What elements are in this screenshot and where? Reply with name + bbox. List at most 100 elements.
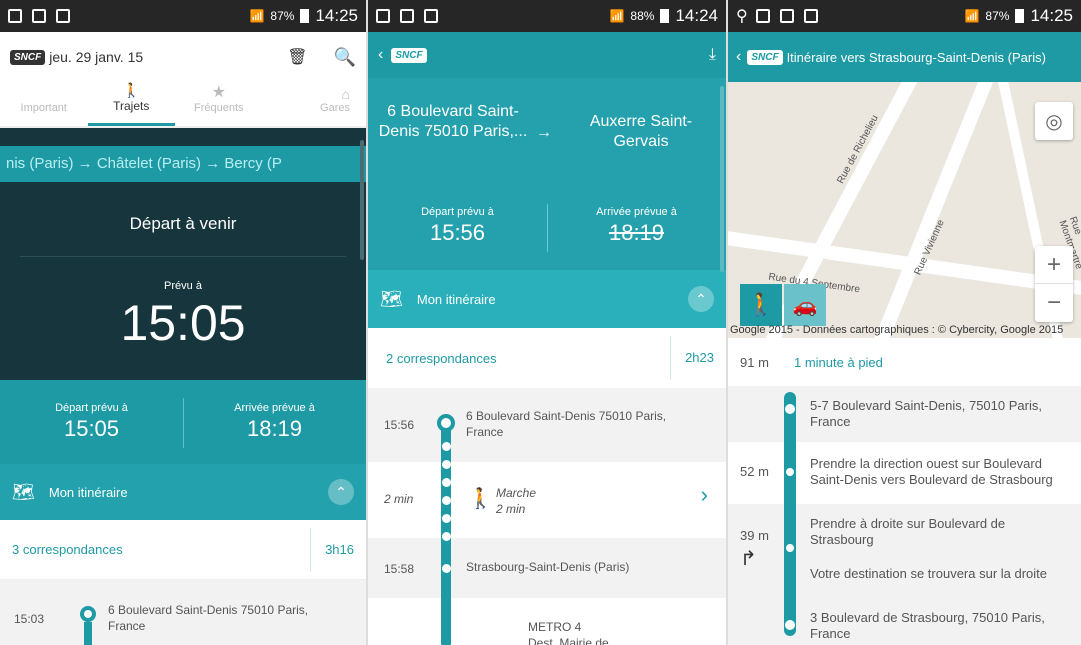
screen-trajets: 📶 87% 14:25 SNCF jeu. 29 janv. 15 🗑 🔍 Impo… [0,0,366,645]
car-icon: 🚗 [792,294,818,317]
battery-level: 87% [985,9,1010,23]
route-line [784,392,796,636]
step-distance: 39 m [740,528,769,543]
date-label: jeu. 29 janv. 15 [49,49,144,65]
clock: 14:25 [315,6,358,25]
stop-time: 15:58 [384,562,415,576]
turn-right-icon: ↱ [740,548,757,570]
battery-icon [1015,9,1025,23]
scheduled-time: 15:05 [120,295,246,351]
map-icon: 🗺 [12,481,35,502]
map-icon: 🗺 [380,288,403,309]
arrival-time: 18:19 [246,416,303,441]
trip-card[interactable]: nis (Paris) → Châtelet (Paris) → Bercy (… [0,128,366,380]
step-text: Prendre la direction ouest sur Boulevard… [810,456,1053,487]
scrollbar[interactable] [720,86,724,272]
tab-label: Trajets [113,99,150,113]
chevron-right-icon[interactable]: › [701,482,708,508]
tab-bar: Important 🚶 Trajets ★ Fréquents ⌂ Gares [0,82,366,128]
sncf-logo: SNCF [10,49,46,65]
itinerary-label: Mon itinéraire [416,291,496,307]
sncf-logo: SNCF [747,49,783,65]
route-marquee: nis (Paris) → Châtelet (Paris) → Bercy (… [0,146,366,182]
tab-gares[interactable]: ⌂ Gares [263,82,367,126]
step-row: 3 Boulevard de Strasbourg, 75010 Paris, … [728,600,1081,645]
stop-time: 15:03 [14,612,45,626]
scrollbar[interactable] [360,140,364,260]
step-duration: 2 min [384,492,414,506]
destination: Auxerre Saint-Gervais [589,113,693,150]
route-line [84,622,92,645]
search-icon[interactable]: 🔍 [334,47,356,68]
step-distance: 91 m [740,354,769,370]
zoom-controls: + − [1035,246,1073,322]
status-bar: ⚲ 📶 87% 14:25 [728,0,1081,32]
zoom-out-button[interactable]: − [1035,284,1073,322]
step-label: Marche [496,486,537,500]
times-panel: Départ prévu à 15:05 Arrivée prévue à 18… [0,380,366,464]
stop-marker [80,606,96,622]
itinerary-header[interactable]: 🗺 Mon itinéraire ⌃ [0,464,366,520]
back-icon[interactable]: ‹ [378,46,383,64]
notification-icon [755,9,770,23]
itinerary-stop: 15:56 6 Boulevard Saint-Denis 75010 Pari… [368,388,726,462]
notification-icon [803,9,818,23]
clock: 14:25 [1030,6,1073,25]
route-dot [442,532,451,541]
trip-header: 6 Boulevard Saint-Denis 75010 Paris,... … [368,78,726,270]
zoom-in-button[interactable]: + [1035,246,1073,284]
notification-icon [32,9,46,23]
trip-duration: 2h23 [670,336,714,380]
stop-address: Strasbourg-Saint-Denis (Paris) [466,560,630,574]
route-dot [785,620,795,630]
route-dot [442,514,451,523]
my-location-button[interactable]: ◎ [1035,102,1073,140]
metro-step: METRO 4 Dest. Mairie de [368,598,726,645]
walker-icon: 🚶 [747,292,775,317]
notification-icon [56,9,70,23]
tab-label: Important [20,102,67,114]
trash-icon[interactable]: 🗑 [287,47,307,67]
chevron-up-icon[interactable]: ⌃ [328,479,354,505]
car-mode-button[interactable]: 🚗 [784,284,826,326]
battery-level: 88% [630,9,655,23]
itinerary-label: Mon itinéraire [48,484,128,500]
status-bar: 📶 87% 14:25 [0,0,366,32]
route-dot [442,496,451,505]
route-dot [442,478,451,487]
notification-icon [8,9,22,23]
station-icon: ⌂ [341,86,350,102]
itinerary-stop: 15:03 6 Boulevard Saint-Denis 75010 Pari… [0,580,366,645]
connections-row[interactable]: 3 correspondances 3h16 [0,520,366,580]
step-distance: 52 m [740,464,769,479]
tab-important[interactable]: Important [0,82,88,126]
tab-label: Fréquents [193,102,244,114]
walk-step[interactable]: 2 min 🚶 Marche 2 min › [368,462,726,538]
arrival-time: 18:19 [608,220,665,245]
arrival-label: Arrivée prévue à [596,206,677,218]
stop-address: 6 Boulevard Saint-Denis 75010 Paris, Fra… [108,603,309,633]
notification-icon [376,9,390,23]
metro-line: METRO 4 [528,620,582,634]
route-dot [786,468,794,476]
stop-address: 6 Boulevard Saint-Denis 75010 Paris, Fra… [466,409,667,439]
tab-trajets[interactable]: 🚶 Trajets [87,82,175,126]
tab-frequents[interactable]: ★ Fréquents [175,82,263,126]
battery-icon [660,9,670,23]
notification-icon [424,9,438,23]
divider [20,256,346,257]
connections-count: 3 correspondances [12,542,123,557]
star-icon: ★ [211,84,226,101]
connections-row[interactable]: 2 correspondances 2h23 [368,328,726,388]
step-text: Prendre à droite sur Boulevard de Strasb… [810,516,1006,547]
wifi-icon: 📶 [609,9,625,23]
chevron-up-icon[interactable]: ⌃ [688,286,714,312]
walk-mode-button[interactable]: 🚶 [740,284,782,326]
map-view[interactable]: Rue de Richelieu Rue Vivienne Rue du 4 S… [728,82,1081,338]
step-sub: 2 min [496,502,526,516]
download-icon[interactable]: ⤓ [709,46,716,64]
route-dot [786,544,794,552]
itinerary-header[interactable]: 🗺 Mon itinéraire ⌃ [368,270,726,328]
back-icon[interactable]: ‹ [736,48,741,66]
origin: 6 Boulevard Saint-Denis 75010 Paris,... [378,103,528,140]
